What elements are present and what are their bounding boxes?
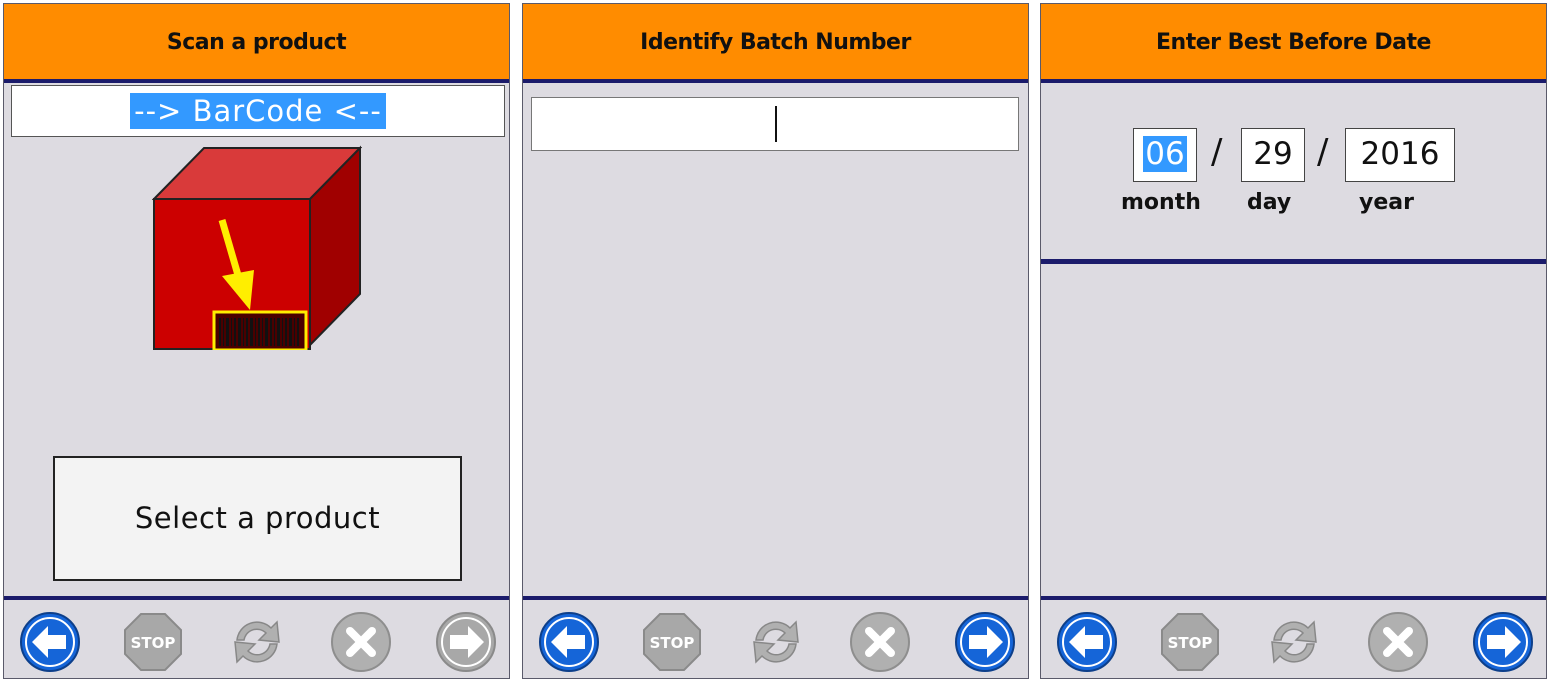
scan-product-screen: Scan a product --> BarCode <-- Select a … bbox=[3, 3, 510, 679]
cancel-icon bbox=[1368, 612, 1428, 672]
date-separator: / bbox=[1317, 132, 1329, 172]
forward-arrow-icon bbox=[436, 612, 496, 672]
product-box-illustration bbox=[151, 144, 363, 352]
screen-title: Enter Best Before Date bbox=[1041, 4, 1546, 83]
cancel-button[interactable] bbox=[848, 610, 912, 674]
day-value: 29 bbox=[1253, 136, 1293, 172]
batch-number-screen: Identify Batch Number STOP bbox=[522, 3, 1029, 679]
refresh-button[interactable] bbox=[225, 610, 289, 674]
stop-icon: STOP bbox=[124, 613, 182, 671]
stop-icon: STOP bbox=[1161, 613, 1219, 671]
back-arrow-icon bbox=[539, 612, 599, 672]
cancel-icon bbox=[331, 612, 391, 672]
batch-number-input[interactable] bbox=[531, 97, 1019, 151]
bottom-toolbar: STOP bbox=[523, 596, 1028, 678]
refresh-icon bbox=[753, 620, 799, 664]
select-product-button[interactable]: Select a product bbox=[53, 456, 462, 581]
refresh-button[interactable] bbox=[744, 610, 808, 674]
year-value: 2016 bbox=[1360, 136, 1440, 172]
stop-button[interactable]: STOP bbox=[640, 610, 704, 674]
screen-title: Identify Batch Number bbox=[523, 4, 1028, 83]
stop-button[interactable]: STOP bbox=[121, 610, 185, 674]
refresh-icon bbox=[234, 620, 280, 664]
bottom-toolbar: STOP bbox=[1041, 596, 1546, 678]
screen-title: Scan a product bbox=[4, 4, 509, 83]
month-input[interactable]: 06 bbox=[1133, 128, 1197, 182]
back-arrow-icon bbox=[1057, 612, 1117, 672]
year-label: year bbox=[1359, 190, 1414, 215]
text-caret bbox=[775, 106, 777, 142]
back-button[interactable] bbox=[18, 610, 82, 674]
cancel-button[interactable] bbox=[329, 610, 393, 674]
barcode-input-value: --> BarCode <-- bbox=[130, 93, 386, 129]
refresh-icon bbox=[1271, 620, 1317, 664]
day-label: day bbox=[1247, 190, 1292, 215]
date-separator: / bbox=[1211, 132, 1223, 172]
stop-label: STOP bbox=[650, 634, 695, 652]
bottom-toolbar: STOP bbox=[4, 596, 509, 678]
day-input[interactable]: 29 bbox=[1241, 128, 1305, 182]
forward-arrow-icon bbox=[955, 612, 1015, 672]
back-button[interactable] bbox=[1055, 610, 1119, 674]
forward-button[interactable] bbox=[953, 610, 1017, 674]
month-label: month bbox=[1121, 190, 1201, 215]
back-arrow-icon bbox=[20, 612, 80, 672]
forward-button[interactable] bbox=[1471, 610, 1535, 674]
section-divider bbox=[1041, 259, 1546, 264]
stop-label: STOP bbox=[1168, 634, 1213, 652]
barcode-input[interactable]: --> BarCode <-- bbox=[11, 85, 505, 137]
forward-button[interactable] bbox=[434, 610, 498, 674]
stop-label: STOP bbox=[131, 634, 176, 652]
refresh-button[interactable] bbox=[1262, 610, 1326, 674]
stop-icon: STOP bbox=[643, 613, 701, 671]
best-before-date-screen: Enter Best Before Date 06 / 29 / 2016 mo… bbox=[1040, 3, 1547, 679]
cancel-button[interactable] bbox=[1366, 610, 1430, 674]
forward-arrow-icon bbox=[1473, 612, 1533, 672]
cancel-icon bbox=[850, 612, 910, 672]
back-button[interactable] bbox=[537, 610, 601, 674]
year-input[interactable]: 2016 bbox=[1345, 128, 1455, 182]
stop-button[interactable]: STOP bbox=[1158, 610, 1222, 674]
month-value: 06 bbox=[1143, 136, 1187, 172]
